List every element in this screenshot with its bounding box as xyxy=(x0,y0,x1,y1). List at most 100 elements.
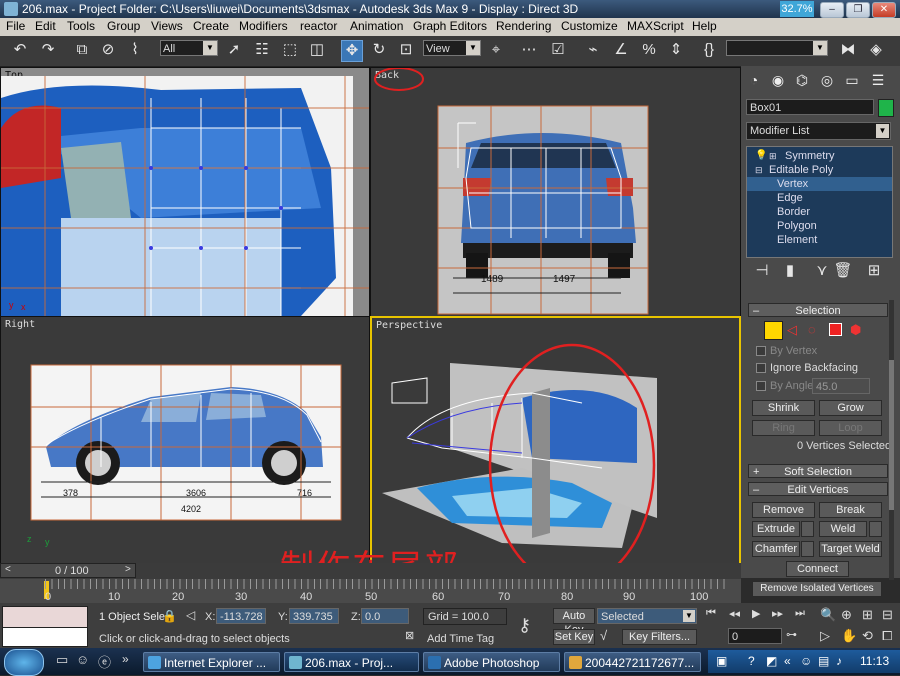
menu-tools[interactable]: Tools xyxy=(67,19,95,33)
named-selection-icon[interactable]: {} xyxy=(699,40,719,60)
track-bar[interactable]: 0 10 20 30 40 50 60 70 80 90 100 xyxy=(0,579,741,603)
stack-item-border[interactable]: Border xyxy=(747,205,892,219)
task-photoshop[interactable]: Adobe Photoshop xyxy=(423,652,560,672)
extrude-settings-button[interactable] xyxy=(801,521,814,537)
pin-stack-icon[interactable]: ⊣ xyxy=(752,261,772,281)
grow-button[interactable]: Grow xyxy=(819,400,882,416)
select-link-icon[interactable]: ⧉ xyxy=(72,40,92,60)
y-coordinate-field[interactable]: 339.735 xyxy=(289,608,339,624)
selection-filter-dropdown[interactable]: All ▼ xyxy=(160,40,218,56)
stack-item-polygon[interactable]: Polygon xyxy=(747,219,892,233)
key-mode-toggle-icon[interactable]: ⊶ xyxy=(786,628,797,641)
network-icon[interactable]: ▤ xyxy=(818,654,829,668)
maxscript-listener[interactable] xyxy=(2,606,88,628)
tray-app-icon[interactable]: ☺ xyxy=(800,654,812,668)
display-tab-icon[interactable]: ▭ xyxy=(842,70,862,90)
stack-item-element[interactable]: Element xyxy=(747,233,892,247)
play-icon[interactable]: ▶ xyxy=(752,607,760,620)
viewport-right[interactable]: Right 378 3606 716 4202 zy xyxy=(0,316,370,565)
border-mode-icon[interactable]: ◌ xyxy=(808,322,816,337)
field-of-view-icon[interactable]: ▷ xyxy=(820,628,830,644)
snap-toggle-icon[interactable]: ⌁ xyxy=(583,40,603,60)
quicklaunch-overflow-icon[interactable]: » xyxy=(122,652,129,666)
start-button[interactable] xyxy=(4,649,44,676)
menu-customize[interactable]: Customize xyxy=(561,19,618,33)
hierarchy-tab-icon[interactable]: ⌬ xyxy=(792,70,812,90)
help-icon[interactable]: ? xyxy=(748,654,755,668)
select-manipulate-icon[interactable]: ⋯ xyxy=(519,40,539,60)
zoom-extents-all-icon[interactable]: ⊟ xyxy=(882,607,893,623)
weld-settings-button[interactable] xyxy=(869,521,882,537)
undo-icon[interactable]: ↶ xyxy=(10,40,30,60)
menu-reactor[interactable]: reactor xyxy=(300,19,337,33)
modifier-list-dropdown[interactable]: Modifier List ▼ xyxy=(746,122,891,140)
stack-item-editable-poly[interactable]: ⊟ Editable Poly xyxy=(747,163,892,177)
stack-item-vertex[interactable]: Vertex xyxy=(747,177,892,191)
expand-icon[interactable]: ⊞ xyxy=(769,149,777,163)
menu-create[interactable]: Create xyxy=(193,19,229,33)
selection-rollout-header[interactable]: – Selection xyxy=(748,303,888,317)
key-filters-button[interactable]: Key Filters... xyxy=(622,629,697,645)
make-unique-icon[interactable]: ⋎ xyxy=(812,261,832,281)
menu-help[interactable]: Help xyxy=(692,19,717,33)
key-mode-dropdown[interactable]: Selected ▼ xyxy=(597,608,697,624)
zoom-all-icon[interactable]: ⊕ xyxy=(841,607,852,623)
show-desktop-icon[interactable]: ▭ xyxy=(56,652,68,668)
extrude-button[interactable]: Extrude xyxy=(752,521,800,537)
scrollbar-thumb[interactable] xyxy=(889,360,894,510)
remove-isolated-vertices-button[interactable]: Remove Isolated Vertices xyxy=(752,581,882,597)
lightbulb-icon[interactable]: 💡 xyxy=(755,149,767,163)
viewport-perspective[interactable]: Perspective xyxy=(370,316,741,565)
element-mode-icon[interactable]: ⬢ xyxy=(850,322,861,338)
connect-button[interactable]: Connect xyxy=(786,561,849,577)
minimize-button[interactable]: – xyxy=(820,2,844,18)
messenger-icon[interactable]: ☺ xyxy=(76,652,89,667)
zoom-extents-icon[interactable]: ⊞ xyxy=(862,607,873,623)
percent-snap-icon[interactable]: % xyxy=(639,40,659,60)
x-coordinate-field[interactable]: -113.728 xyxy=(216,608,266,624)
remove-modifier-icon[interactable]: 🗑 xyxy=(833,261,853,281)
break-button[interactable]: Break xyxy=(819,502,882,518)
menu-views[interactable]: Views xyxy=(151,19,183,33)
menu-rendering[interactable]: Rendering xyxy=(496,19,551,33)
maxscript-input[interactable] xyxy=(2,627,88,647)
key-icon[interactable]: ⚷ xyxy=(518,615,531,636)
pivot-center-icon[interactable]: ⌖ xyxy=(486,40,506,60)
rotate-icon[interactable]: ↻ xyxy=(369,40,389,60)
prev-frame-icon[interactable]: < xyxy=(5,564,11,575)
next-frame-icon[interactable]: > xyxy=(125,564,131,575)
motion-tab-icon[interactable]: ◎ xyxy=(817,70,837,90)
by-angle-field[interactable]: 45.0 xyxy=(812,378,870,394)
configure-sets-icon[interactable]: ⊞ xyxy=(864,261,884,281)
previous-frame-icon[interactable]: ◂◂ xyxy=(729,607,740,620)
current-frame-field[interactable]: 0 xyxy=(728,628,782,644)
z-coordinate-field[interactable]: 0.0 xyxy=(361,608,409,624)
spinner-snap-icon[interactable]: ⇕ xyxy=(666,40,686,60)
time-slider[interactable]: < 0 / 100 > xyxy=(0,563,136,578)
mirror-icon[interactable]: ⧓ xyxy=(838,40,858,60)
object-name-field[interactable]: Box01 xyxy=(746,99,874,115)
viewport-back[interactable]: Back 1489 1497 xyxy=(370,67,741,317)
input-method-icon[interactable]: ◩ xyxy=(766,654,777,668)
show-end-result-icon[interactable]: ▮ xyxy=(780,261,800,281)
select-object-icon[interactable]: ➚ xyxy=(224,40,244,60)
keyboard-shortcut-icon[interactable]: ☑ xyxy=(548,40,568,60)
weld-button[interactable]: Weld xyxy=(819,521,867,537)
menu-graph-editors[interactable]: Graph Editors xyxy=(413,19,487,33)
zoom-icon[interactable]: 🔍 xyxy=(820,607,836,623)
redo-icon[interactable]: ↷ xyxy=(38,40,58,60)
maximize-viewport-icon[interactable]: ⧠ xyxy=(882,628,892,644)
select-by-name-icon[interactable]: ☷ xyxy=(252,40,272,60)
lock-icon[interactable]: 🔒 xyxy=(162,609,177,623)
edge-mode-icon[interactable]: ◁ xyxy=(787,322,797,338)
menu-edit[interactable]: Edit xyxy=(35,19,56,33)
task-3dsmax[interactable]: 206.max - Proj... xyxy=(284,652,419,672)
object-color-swatch[interactable] xyxy=(878,99,894,117)
move-icon[interactable]: ✥ xyxy=(341,40,363,62)
loop-button[interactable]: Loop xyxy=(819,420,882,436)
chamfer-button[interactable]: Chamfer xyxy=(752,541,800,557)
key-curve-icon[interactable]: √ xyxy=(600,628,607,643)
menu-file[interactable]: File xyxy=(6,19,25,33)
next-frame-icon[interactable]: ▸▸ xyxy=(772,607,783,620)
absolute-mode-icon[interactable]: ◁ xyxy=(186,608,195,622)
